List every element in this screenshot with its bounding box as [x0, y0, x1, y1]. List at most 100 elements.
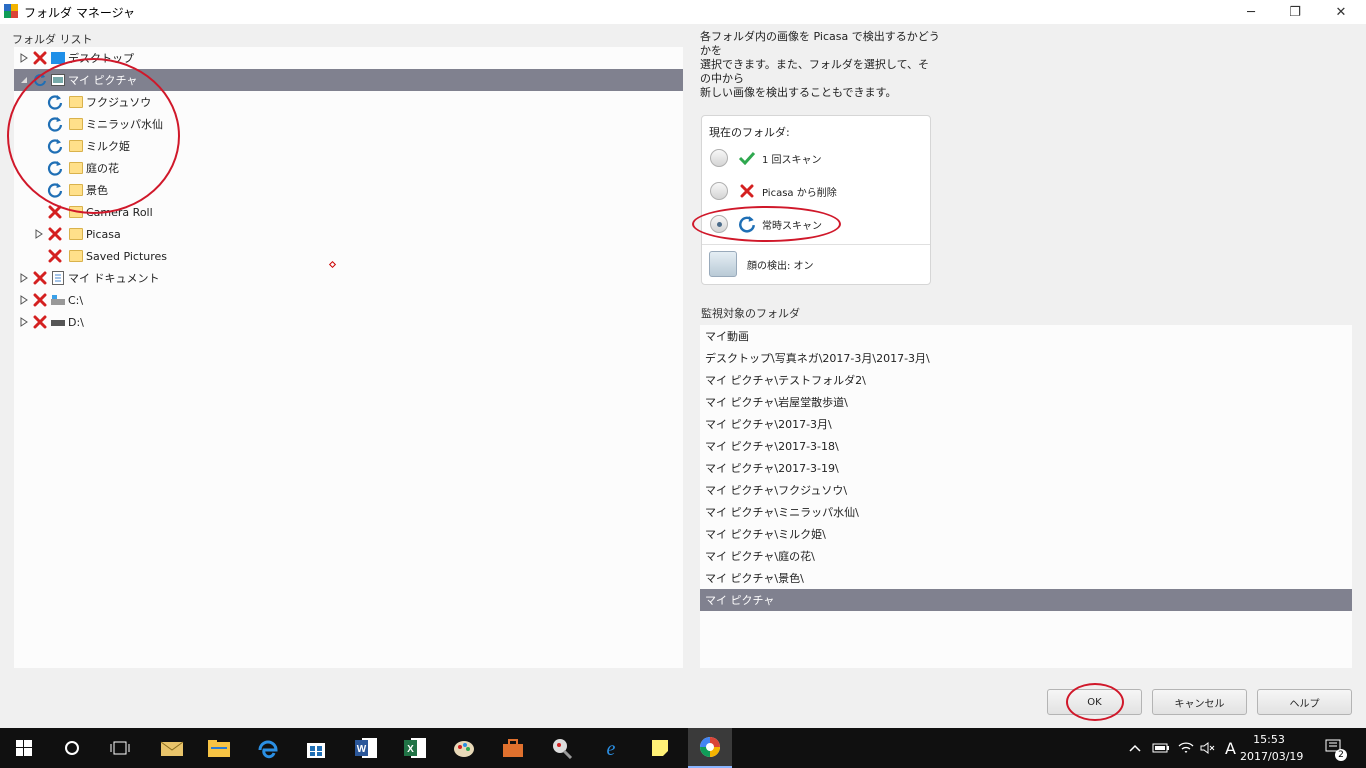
tree-item-my-pictures[interactable]: マイ ピクチャ [14, 69, 683, 91]
tree-item-desktop[interactable]: デスクトップ [14, 47, 683, 69]
expand-arrow-icon[interactable] [19, 53, 29, 63]
list-item[interactable]: マイ ピクチャ\岩屋堂散歩道\ [700, 391, 1352, 413]
tree-item-fukujusou[interactable]: フクジュソウ [14, 91, 683, 113]
restore-button[interactable]: ❐ [1272, 0, 1318, 24]
radio-always-scan[interactable] [710, 215, 728, 233]
help-button[interactable]: ヘルプ [1257, 689, 1352, 715]
taskbar-toolbox[interactable] [497, 732, 529, 764]
volume-status[interactable] [1200, 728, 1216, 768]
start-button[interactable] [8, 732, 40, 764]
list-item[interactable]: マイ ピクチャ\テストフォルダ2\ [700, 369, 1352, 391]
tree-item-drive-d[interactable]: D:\ [14, 311, 683, 333]
expand-arrow-icon[interactable] [19, 295, 29, 305]
taskbar-edge[interactable] [252, 732, 284, 764]
minimize-button[interactable]: ─ [1228, 0, 1274, 24]
cancel-button[interactable]: キャンセル [1152, 689, 1247, 715]
expand-arrow-icon[interactable] [34, 229, 44, 239]
list-item[interactable]: マイ ピクチャ\2017-3-18\ [700, 435, 1352, 457]
option-remove-from-picasa[interactable]: Picasa から削除 [710, 180, 837, 202]
close-button[interactable]: ✕ [1318, 0, 1364, 24]
show-hidden-icons-button[interactable] [1129, 728, 1141, 768]
taskbar-explorer[interactable] [203, 732, 235, 764]
exclude-icon[interactable] [32, 314, 48, 330]
taskbar-app[interactable] [546, 732, 578, 764]
tree-item-mini-rappa[interactable]: ミニラッパ水仙 [14, 113, 683, 135]
desktop-icon [50, 50, 66, 66]
refresh-icon[interactable] [47, 160, 63, 176]
taskbar-excel[interactable]: X [399, 732, 431, 764]
search-button[interactable] [56, 732, 88, 764]
clock[interactable]: 15:53 2017/03/19 [1240, 731, 1303, 765]
notification-count-badge: 2 [1335, 749, 1347, 761]
list-item[interactable]: マイ ピクチャ\庭の花\ [700, 545, 1352, 567]
tree-item-label: マイ ドキュメント [68, 272, 160, 285]
exclude-icon[interactable] [47, 204, 63, 220]
panel-divider [702, 244, 930, 245]
paint-icon [454, 741, 474, 757]
tree-item-picasa[interactable]: Picasa [14, 223, 683, 245]
sticky-notes-icon [652, 740, 668, 756]
edge-icon [258, 740, 278, 759]
list-item[interactable]: マイ ピクチャ\景色\ [700, 567, 1352, 589]
folder-icon [69, 184, 83, 196]
taskbar-paint[interactable] [448, 732, 480, 764]
exclude-icon[interactable] [32, 50, 48, 66]
taskbar-mail[interactable] [156, 732, 188, 764]
list-item-selected[interactable]: マイ ピクチャ [700, 589, 1352, 611]
refresh-icon[interactable] [47, 182, 63, 198]
taskbar-sticky-notes[interactable] [644, 732, 676, 764]
ime-indicator[interactable]: A [1225, 728, 1236, 768]
tree-item-my-documents[interactable]: マイ ドキュメント [14, 267, 683, 289]
tree-item-keshiki[interactable]: 景色 [14, 179, 683, 201]
battery-status[interactable] [1152, 728, 1170, 768]
battery-icon [1152, 743, 1169, 753]
exclude-icon[interactable] [47, 248, 63, 264]
list-item[interactable]: マイ ピクチャ\2017-3-19\ [700, 457, 1352, 479]
watched-folders-list[interactable]: マイ動画 デスクトップ\写真ネガ\2017-3月\2017-3月\ マイ ピクチ… [700, 325, 1352, 668]
collapse-arrow-icon[interactable] [19, 75, 29, 85]
store-icon [307, 743, 325, 758]
face-detection-button[interactable]: 顔の検出: オン [709, 251, 814, 277]
internet-explorer-icon: e [607, 738, 616, 759]
taskbar-picasa[interactable] [688, 728, 732, 768]
tree-item-drive-c[interactable]: C:\ [14, 289, 683, 311]
pinned-app-icon [553, 739, 573, 759]
refresh-icon[interactable] [47, 116, 63, 132]
exclude-icon[interactable] [32, 292, 48, 308]
refresh-icon[interactable] [32, 72, 48, 88]
radio-remove[interactable] [710, 182, 728, 200]
folder-icon [69, 96, 83, 108]
task-view-button[interactable] [104, 732, 136, 764]
option-always-scan[interactable]: 常時スキャン [710, 213, 822, 235]
tree-item-milk-hime[interactable]: ミルク姫 [14, 135, 683, 157]
taskbar-word[interactable]: W [350, 732, 382, 764]
refresh-icon[interactable] [47, 138, 63, 154]
network-status[interactable] [1178, 728, 1194, 768]
wifi-icon [1178, 742, 1194, 753]
ok-button[interactable]: OK [1047, 689, 1142, 715]
exclude-icon[interactable] [47, 226, 63, 242]
option-scan-once[interactable]: 1 回スキャン [710, 147, 822, 169]
taskbar-ie[interactable]: e [595, 732, 627, 764]
action-center-button[interactable]: 2 [1325, 728, 1347, 768]
list-item[interactable]: マイ ピクチャ\フクジュソウ\ [700, 479, 1352, 501]
list-item[interactable]: マイ ピクチャ\ミニラッパ水仙\ [700, 501, 1352, 523]
list-item[interactable]: デスクトップ\写真ネガ\2017-3月\2017-3月\ [700, 347, 1352, 369]
checkmark-icon [738, 149, 756, 167]
file-explorer-icon [208, 740, 230, 757]
radio-scan-once[interactable] [710, 149, 728, 167]
exclude-icon[interactable] [32, 270, 48, 286]
list-item[interactable]: マイ動画 [700, 325, 1352, 347]
cortana-icon [65, 741, 79, 755]
list-item[interactable]: マイ ピクチャ\ミルク姫\ [700, 523, 1352, 545]
list-item[interactable]: マイ ピクチャ\2017-3月\ [700, 413, 1352, 435]
face-detection-icon [709, 251, 737, 277]
expand-arrow-icon[interactable] [19, 317, 29, 327]
taskbar-store[interactable] [300, 732, 332, 764]
tree-item-saved-pictures[interactable]: Saved Pictures [14, 245, 683, 267]
folder-tree[interactable]: デスクトップ マイ ピクチャ フクジュソウ ミニラッパ水仙 ミルク姫 庭の花 景… [14, 47, 683, 668]
refresh-icon[interactable] [47, 94, 63, 110]
expand-arrow-icon[interactable] [19, 273, 29, 283]
tree-item-niwa-no-hana[interactable]: 庭の花 [14, 157, 683, 179]
tree-item-camera-roll[interactable]: Camera Roll [14, 201, 683, 223]
